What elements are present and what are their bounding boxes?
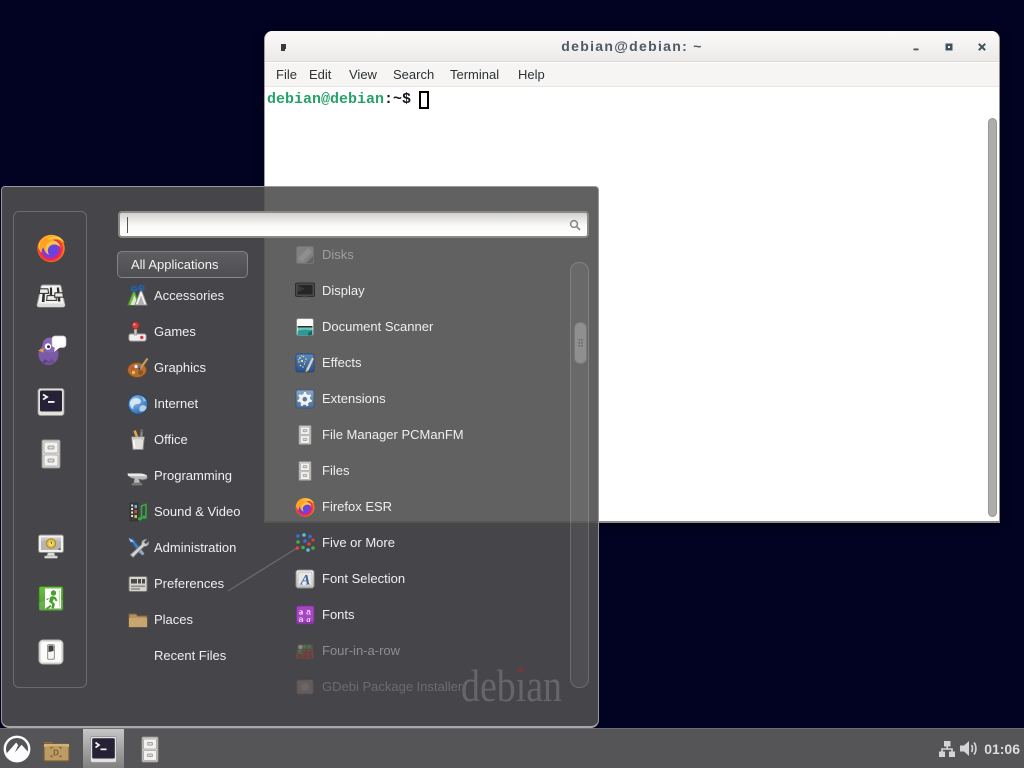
svg-text:a: a	[299, 614, 304, 624]
svg-text:a: a	[306, 614, 310, 624]
svg-text:debıan: debıan	[461, 661, 562, 710]
svg-text:D: D	[53, 749, 59, 758]
svg-text:A: A	[299, 573, 310, 589]
